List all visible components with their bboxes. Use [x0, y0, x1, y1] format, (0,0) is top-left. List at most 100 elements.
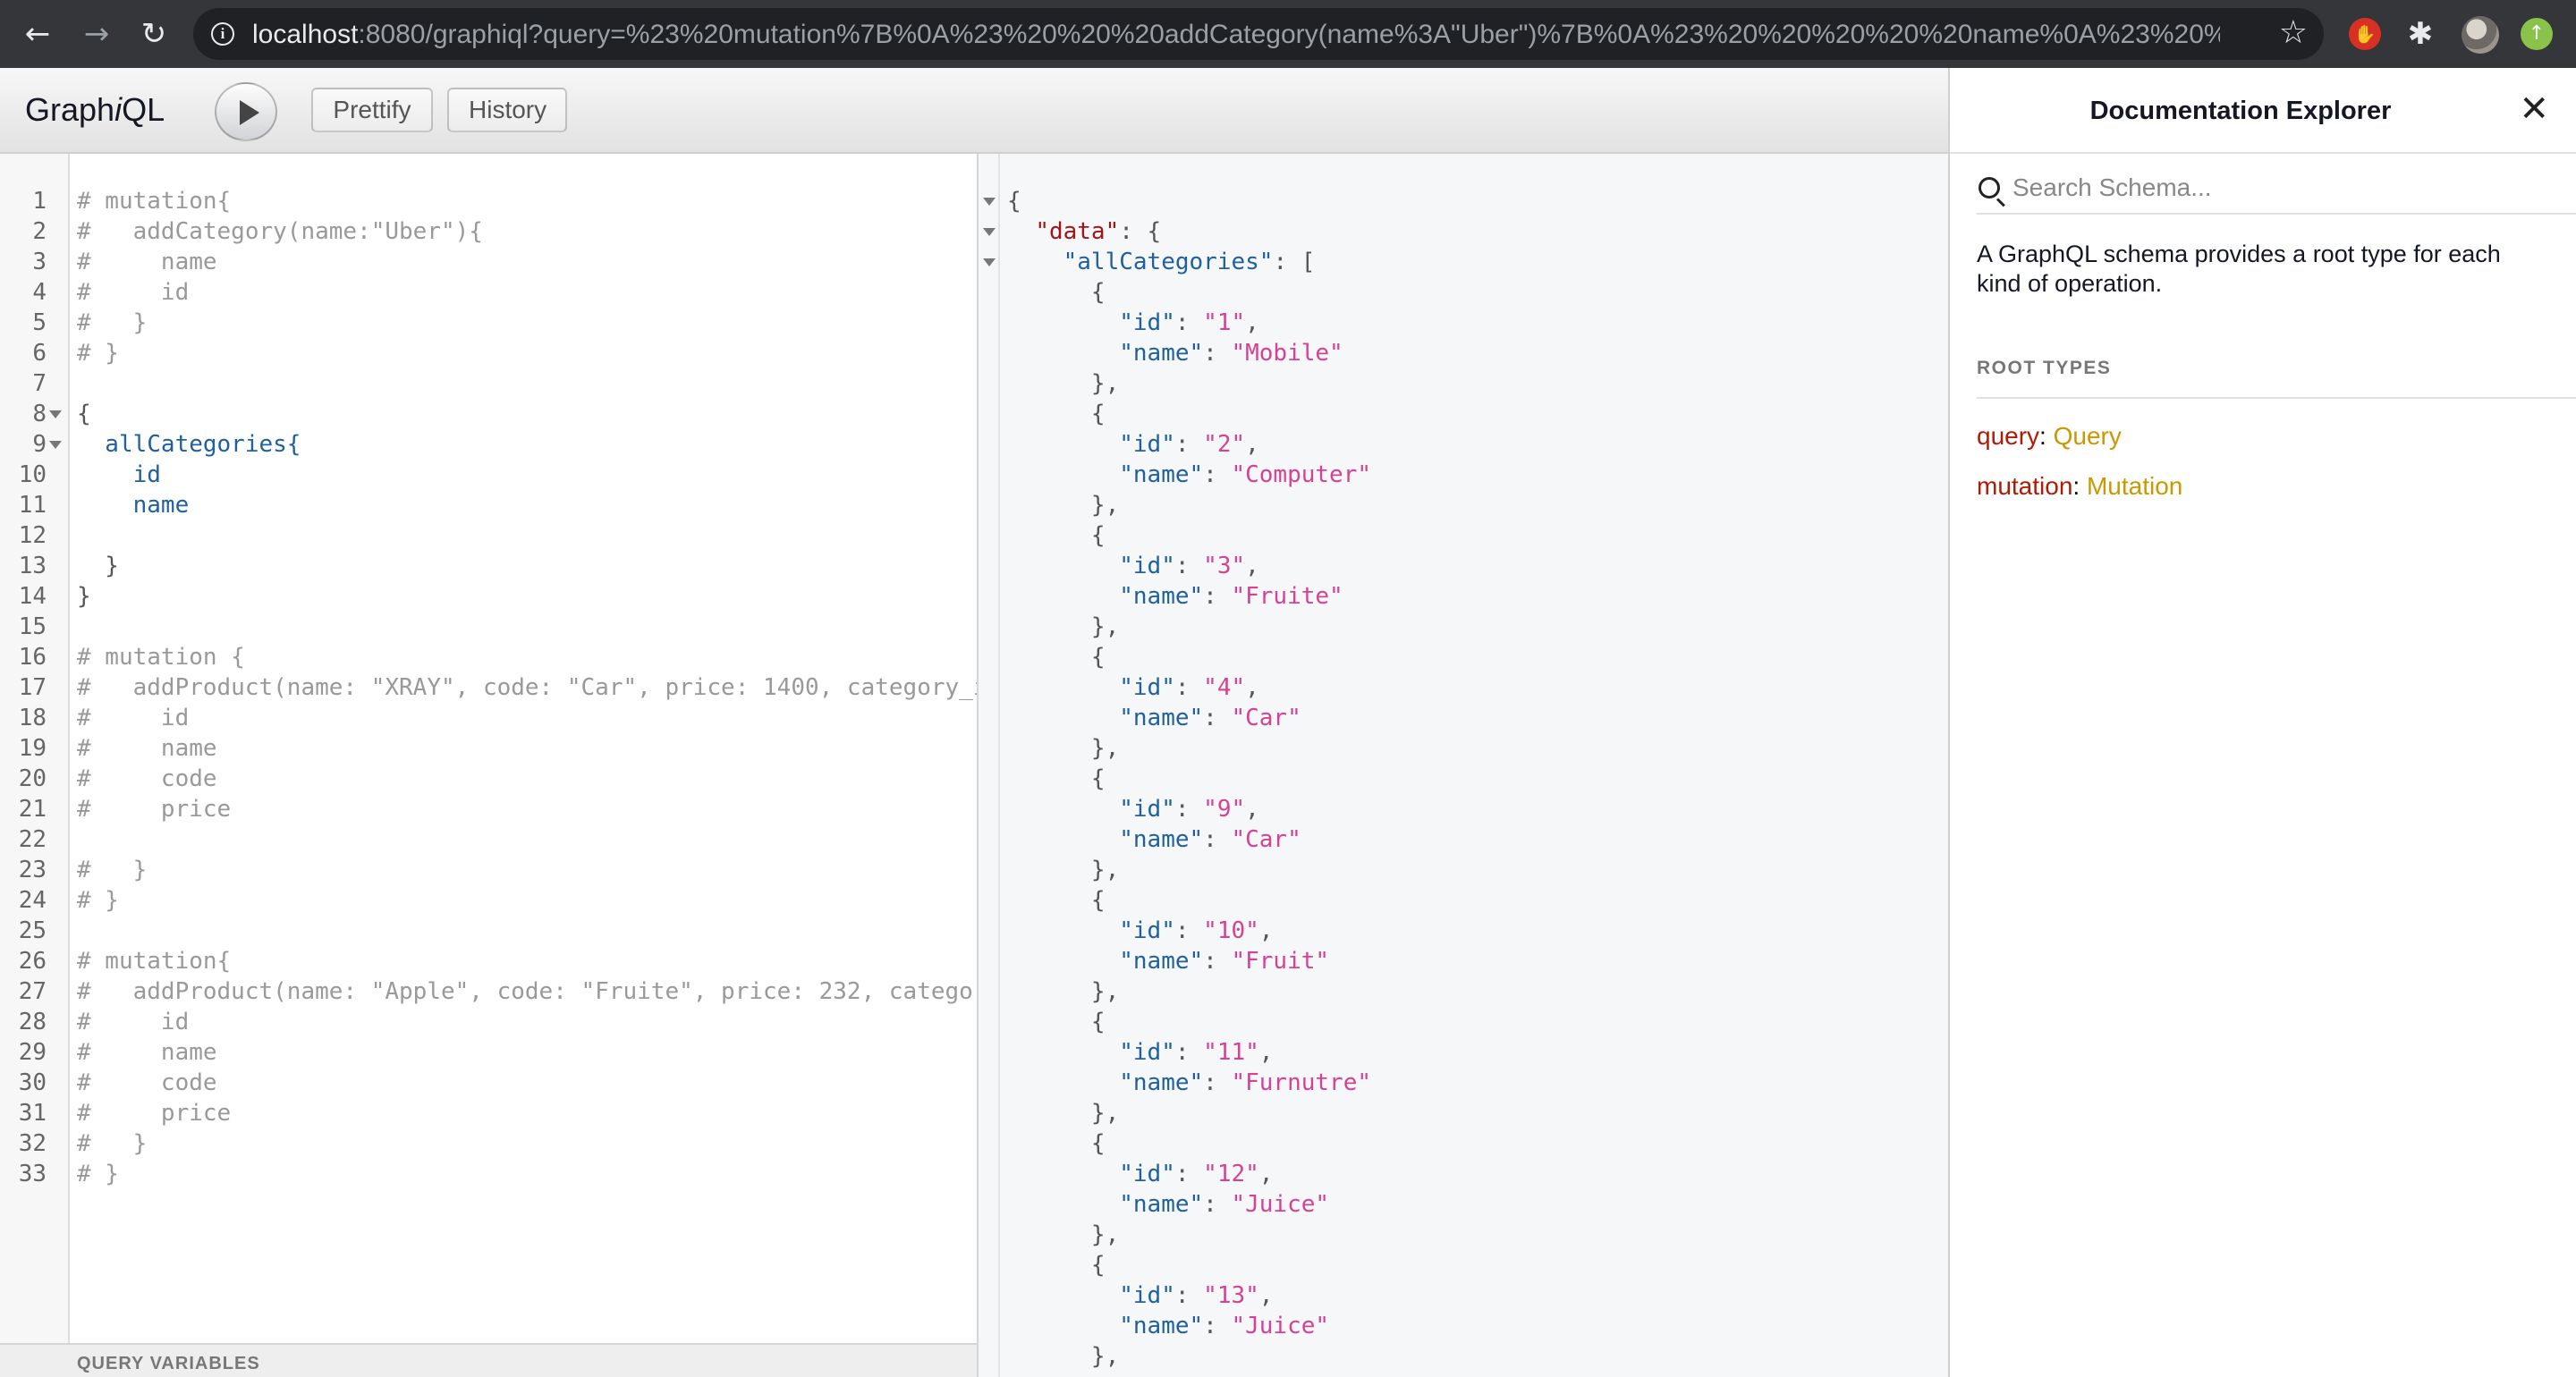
result-text: },	[1007, 490, 1119, 520]
result-text: "id": "4",	[1007, 672, 1259, 703]
json-token: "	[1231, 1069, 1246, 1096]
play-icon	[240, 100, 259, 125]
profile-avatar[interactable]	[2462, 16, 2499, 54]
history-button[interactable]: History	[447, 88, 567, 132]
line-number: 33	[18, 1161, 47, 1187]
extension-stop-icon[interactable]: ✋	[2349, 18, 2381, 50]
json-value: 4	[1216, 674, 1232, 701]
result-text: "name": "Furnutre"	[1007, 1068, 1371, 1098]
json-token: :	[1203, 948, 1232, 975]
line-number: 30	[18, 1069, 47, 1096]
json-value: Car	[1245, 705, 1288, 731]
bookmark-star-icon[interactable]: ☆	[2279, 15, 2308, 51]
json-token: "	[1231, 948, 1246, 975]
code-text: # name	[77, 735, 217, 762]
json-token: {	[1007, 522, 1106, 549]
line-number: 8	[32, 401, 47, 427]
root-key: query	[1977, 422, 2040, 450]
result-text: "name": "Mobile"	[1007, 338, 1343, 368]
json-token: ,	[1258, 1282, 1274, 1309]
fold-arrow-icon[interactable]	[49, 410, 62, 418]
json-value: Juice	[1245, 1313, 1316, 1339]
json-token: },	[1007, 1343, 1120, 1370]
forward-arrow-icon[interactable]: →	[77, 14, 116, 54]
json-token: :	[1174, 431, 1204, 458]
json-token: :	[1203, 826, 1232, 853]
json-key: "id"	[1119, 796, 1175, 823]
json-token: "	[1315, 948, 1330, 975]
result-text: },	[1007, 1098, 1119, 1128]
json-token: {	[1007, 279, 1106, 306]
json-token: },	[1007, 492, 1120, 519]
json-token: "	[1231, 1191, 1246, 1218]
json-token: "	[1231, 674, 1246, 701]
query-variables-bar[interactable]: QUERY VARIABLES	[0, 1343, 977, 1377]
json-token: "	[1245, 1282, 1259, 1309]
site-info-icon[interactable]: i	[211, 22, 234, 46]
code-text: }	[77, 583, 91, 610]
extensions-puzzle-icon[interactable]: ✱	[2404, 18, 2436, 50]
json-key: "name"	[1119, 461, 1204, 488]
json-token: :	[1174, 1282, 1204, 1309]
fold-arrow-icon[interactable]	[983, 198, 996, 206]
json-token: "	[1231, 826, 1246, 853]
reload-icon[interactable]: ↻	[134, 14, 174, 54]
back-arrow-icon[interactable]: ←	[18, 14, 57, 54]
line-number: 27	[18, 978, 47, 1005]
code-text: }	[77, 553, 119, 579]
json-token: "	[1231, 1313, 1246, 1339]
prettify-button[interactable]: Prettify	[311, 88, 433, 132]
close-icon[interactable]: ✕	[2519, 91, 2549, 127]
code-text: # }	[77, 857, 148, 883]
root-type-link[interactable]: Query	[2054, 422, 2122, 450]
result-text: {	[1007, 885, 1106, 916]
query-editor[interactable]: 1 # mutation{2 # addCategory(name:"Uber"){…	[0, 154, 977, 1377]
result-text: "allCategories": [	[1007, 247, 1316, 277]
json-key: "id"	[1119, 674, 1175, 701]
address-bar[interactable]: i localhost:8080/graphiql?query=%23%20mu…	[193, 8, 2324, 60]
root-key: mutation	[1977, 472, 2073, 500]
line-number: 29	[18, 1039, 47, 1066]
execute-query-button[interactable]	[215, 82, 277, 141]
json-token: ,	[1245, 796, 1259, 823]
json-token: "	[1203, 796, 1217, 823]
browser-toolbar: ← → ↻ i localhost:8080/graphiql?query=%2…	[0, 0, 2576, 68]
line-number: 4	[32, 279, 47, 306]
schema-search[interactable]	[1977, 166, 2576, 215]
update-icon[interactable]: ↑	[2521, 18, 2553, 50]
code-text: # price	[77, 796, 232, 823]
fold-arrow-icon[interactable]	[983, 228, 996, 236]
json-token: :	[1203, 705, 1232, 731]
json-token: "	[1357, 461, 1372, 488]
json-key: "name"	[1119, 826, 1204, 853]
code-text: {	[77, 401, 91, 427]
code-text: # addProduct(name: "Apple", code: "Fruit…	[77, 978, 977, 1005]
graphiql-topbar: GraphiQL Prettify History	[0, 68, 1950, 154]
json-token: "	[1203, 674, 1217, 701]
fold-arrow-icon[interactable]	[49, 441, 62, 449]
title-italic: i	[114, 91, 123, 128]
json-token: :	[1203, 1069, 1232, 1096]
json-token: },	[1007, 1100, 1120, 1127]
result-text: {	[1007, 1250, 1106, 1280]
fold-arrow-icon[interactable]	[983, 258, 996, 266]
json-token: ,	[1258, 1039, 1274, 1066]
code-text: # addCategory(name:"Uber"){	[77, 218, 483, 245]
code-text: # mutation{	[77, 188, 232, 215]
result-text: "id": "3",	[1007, 551, 1259, 581]
result-text: "id": "13",	[1007, 1280, 1273, 1311]
root-type-link[interactable]: Mutation	[2087, 472, 2182, 500]
json-token: :	[1203, 583, 1232, 610]
json-value: 3	[1216, 553, 1232, 579]
search-input[interactable]	[2012, 172, 2549, 204]
code-text: # }	[77, 1161, 119, 1187]
json-value: Car	[1245, 826, 1288, 853]
root-type-query: query: Query	[1977, 422, 2122, 450]
result-text: "id": "10",	[1007, 916, 1273, 946]
url-text[interactable]: localhost:8080/graphiql?query=%23%20muta…	[252, 20, 2220, 50]
